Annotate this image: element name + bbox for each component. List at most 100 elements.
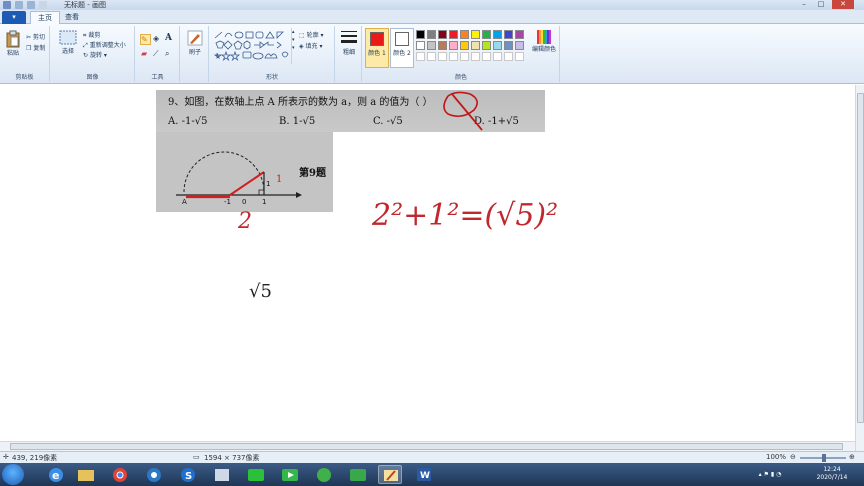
- vertical-scrollbar[interactable]: [855, 85, 864, 451]
- clock[interactable]: 12:24 2020/7/14: [808, 466, 856, 482]
- handwriting-layer: 2 2²+1²=(√5)² √5: [237, 198, 558, 302]
- outline-dropdown[interactable]: ⬚ 轮廓 ▾: [299, 30, 324, 39]
- select-button[interactable]: 选择: [57, 30, 79, 55]
- palette-swatch[interactable]: [438, 52, 447, 61]
- copy-button[interactable]: ❐ 复制: [26, 43, 45, 52]
- palette-swatch[interactable]: [449, 30, 458, 39]
- sogou-icon[interactable]: S: [176, 465, 200, 484]
- tray-icons[interactable]: ▴ ⚑ ▮ ◔: [740, 471, 800, 479]
- clipboard-group: 粘贴 ✂ 剪切 ❐ 复制 剪贴板: [0, 26, 50, 82]
- save-icon[interactable]: [15, 1, 23, 9]
- explorer-icon[interactable]: [74, 465, 98, 484]
- select-label: 选择: [61, 48, 74, 55]
- video-icon[interactable]: [278, 465, 302, 484]
- color2-selector[interactable]: 颜色 2: [390, 28, 414, 68]
- text-tool[interactable]: A: [165, 33, 172, 43]
- palette-swatch[interactable]: [427, 52, 436, 61]
- svg-text:W: W: [420, 471, 430, 481]
- color1-selector[interactable]: 颜色 1: [365, 28, 389, 68]
- crop-button[interactable]: ⌗ 裁剪: [83, 30, 100, 40]
- minimize-button[interactable]: –: [796, 0, 812, 9]
- palette-swatch[interactable]: [416, 30, 425, 39]
- palette-swatch[interactable]: [515, 52, 524, 61]
- palette-swatch[interactable]: [482, 41, 491, 50]
- ie-icon[interactable]: e: [44, 465, 68, 484]
- paint-taskbar-icon[interactable]: [378, 465, 402, 484]
- zoom-in-icon[interactable]: ⊕: [849, 453, 855, 461]
- palette-swatch[interactable]: [515, 41, 524, 50]
- fill-tool[interactable]: ◈: [153, 34, 159, 43]
- resize-button[interactable]: ⤢ 重新调整大小: [83, 40, 126, 50]
- size-button[interactable]: 粗细: [338, 29, 360, 56]
- palette-swatch[interactable]: [460, 41, 469, 50]
- close-button[interactable]: ✕: [832, 0, 854, 9]
- palette-swatch[interactable]: [493, 30, 502, 39]
- zoom-out-icon[interactable]: ⊖: [790, 453, 796, 461]
- chrome-icon[interactable]: [108, 465, 132, 484]
- shapes-scroll[interactable]: ▴ ▾ ▾: [291, 28, 296, 64]
- bucket-icon: ◈: [153, 34, 160, 43]
- app-icon-green[interactable]: [312, 465, 336, 484]
- fill-dropdown[interactable]: ◈ 填充 ▾: [299, 41, 322, 50]
- vertical-scroll-thumb[interactable]: [857, 93, 864, 423]
- picker-tool[interactable]: ⟋: [153, 49, 159, 59]
- brushes-button[interactable]: 刷子: [184, 29, 206, 56]
- edit-colors-button[interactable]: 编辑颜色: [531, 30, 557, 53]
- horizontal-scroll-thumb[interactable]: [10, 443, 843, 450]
- resize-label: 重新调整大小: [89, 42, 126, 49]
- color1-chip: [370, 32, 384, 46]
- palette-swatch[interactable]: [471, 30, 480, 39]
- palette-swatch[interactable]: [416, 52, 425, 61]
- zoom-level: 100%: [766, 453, 787, 461]
- shapes-gallery[interactable]: [213, 30, 295, 64]
- app-menu-icon[interactable]: [3, 1, 11, 9]
- palette-swatch[interactable]: [427, 30, 436, 39]
- palette-swatch[interactable]: [460, 30, 469, 39]
- palette-swatch[interactable]: [471, 52, 480, 61]
- tab-home[interactable]: 主页: [30, 11, 60, 24]
- palette-swatch[interactable]: [482, 52, 491, 61]
- pencil-tool[interactable]: ✎: [140, 34, 151, 45]
- fill-label: 填充: [305, 43, 318, 50]
- palette-swatch[interactable]: [515, 30, 524, 39]
- palette-swatch[interactable]: [493, 41, 502, 50]
- palette-swatch[interactable]: [449, 41, 458, 50]
- redo-icon[interactable]: [39, 1, 47, 9]
- tab-view[interactable]: 查看: [58, 11, 86, 24]
- app-icon-blue[interactable]: [142, 465, 166, 484]
- eraser-icon: ▰: [141, 49, 148, 58]
- camtasia-icon[interactable]: [346, 465, 370, 484]
- palette-swatch[interactable]: [504, 41, 513, 50]
- cut-button[interactable]: ✂ 剪切: [26, 32, 45, 41]
- palette-swatch[interactable]: [504, 52, 513, 61]
- maximize-button[interactable]: □: [813, 0, 829, 9]
- rotate-button[interactable]: ↻ 旋转 ▾: [83, 50, 107, 59]
- start-button[interactable]: [2, 464, 24, 485]
- palette-swatch[interactable]: [471, 41, 480, 50]
- palette-swatch[interactable]: [493, 52, 502, 61]
- palette-swatch[interactable]: [438, 30, 447, 39]
- iqiyi-icon[interactable]: [244, 465, 268, 484]
- undo-icon[interactable]: [27, 1, 35, 9]
- color2-label: 颜色 2: [393, 50, 411, 57]
- app-icon-grid[interactable]: [210, 465, 234, 484]
- colors-group: 颜色 1 颜色 2 编辑颜色 颜色: [363, 26, 560, 82]
- palette-swatch[interactable]: [427, 41, 436, 50]
- ribbon: 粘贴 ✂ 剪切 ❐ 复制 剪贴板 选择 ⌗ 裁剪 ⤢ 重新调整大小 ↻ 旋转 ▾…: [0, 24, 864, 84]
- select-icon: [59, 30, 77, 45]
- word-icon[interactable]: W: [412, 465, 436, 484]
- zoom-slider-thumb[interactable]: [822, 454, 826, 462]
- palette-swatch[interactable]: [504, 30, 513, 39]
- magnifier-tool[interactable]: ⌕: [165, 49, 169, 59]
- tab-file[interactable]: ▾: [2, 11, 26, 24]
- palette-swatch[interactable]: [416, 41, 425, 50]
- palette-swatch[interactable]: [438, 41, 447, 50]
- palette-swatch[interactable]: [482, 30, 491, 39]
- tools-group-label: 工具: [151, 74, 164, 81]
- palette-swatch[interactable]: [449, 52, 458, 61]
- paste-button[interactable]: 粘贴: [3, 30, 23, 57]
- horizontal-scrollbar[interactable]: [0, 441, 855, 451]
- eraser-tool[interactable]: ▰: [141, 49, 147, 58]
- outline-label: 轮廓: [306, 32, 319, 39]
- palette-swatch[interactable]: [460, 52, 469, 61]
